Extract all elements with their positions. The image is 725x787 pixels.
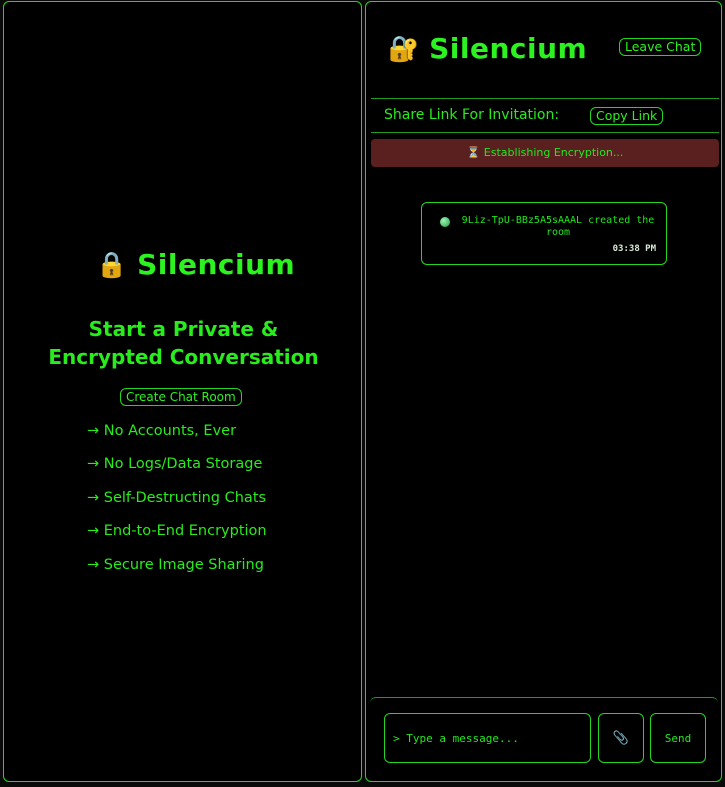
feature-item: → No Accounts, Ever (87, 423, 237, 439)
tagline-line-2: Encrypted Conversation (48, 345, 319, 369)
share-link-label: Share Link For Invitation: (384, 107, 560, 123)
feature-item: → No Logs/Data Storage (87, 456, 263, 473)
feature-item: → Self-Destructing Chats (87, 489, 267, 506)
feature-item: → End-to-End Encryption (87, 523, 267, 540)
chat-panel: 🔐 Silencium Leave Chat Share Link For In… (365, 1, 722, 782)
landing-brand: 🔒 Silencium (96, 248, 295, 281)
create-chat-room-button[interactable]: Create Chat Room (120, 388, 242, 406)
lock-icon: 🔒 (96, 250, 128, 279)
message-composer: 📎 Send (370, 697, 718, 780)
brand-name: Silencium (137, 248, 296, 281)
landing-panel: 🔒 Silencium Start a Private & Encrypted … (3, 1, 362, 782)
chat-brand: 🔐 Silencium (388, 32, 587, 65)
user-status-dot (440, 217, 450, 227)
tagline-line-1: Start a Private & (88, 317, 279, 341)
message-input[interactable] (384, 713, 591, 763)
attach-image-button[interactable]: 📎 (598, 713, 644, 763)
send-button[interactable]: Send (650, 713, 706, 763)
message-card: 9Liz-TpU-BBz5A5sAAAL created the room 03… (421, 202, 667, 265)
tagline: Start a Private & Encrypted Conversation (4, 315, 363, 371)
encryption-status-banner: ⏳ Establishing Encryption... (371, 139, 719, 167)
divider (371, 132, 719, 133)
leave-chat-button[interactable]: Leave Chat (619, 38, 702, 56)
feature-item: → Secure Image Sharing (87, 556, 264, 573)
lock-with-key-icon: 🔐 (388, 34, 420, 63)
feature-list: → No Accounts, Ever → No Logs/Data Stora… (87, 423, 267, 590)
divider (371, 98, 719, 99)
brand-name: Silencium (429, 32, 588, 65)
message-timestamp: 03:38 PM (612, 244, 656, 254)
paperclip-icon: 📎 (612, 730, 630, 746)
copy-link-button[interactable]: Copy Link (590, 107, 664, 125)
message-text: 9Liz-TpU-BBz5A5sAAAL created the room (461, 215, 655, 238)
